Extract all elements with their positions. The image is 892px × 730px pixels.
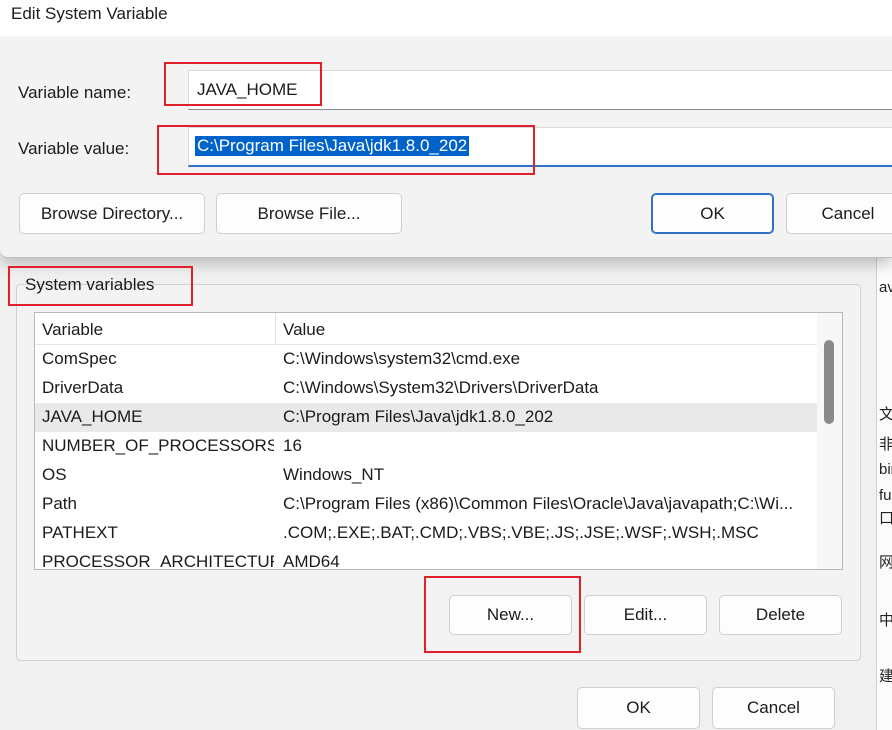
strip-text: 口， <box>879 507 892 528</box>
row-variable: PROCESSOR_ARCHITECTURE <box>42 552 274 570</box>
dialog-ok-button[interactable]: OK <box>651 193 774 234</box>
row-value: C:\Windows\system32\cmd.exe <box>283 349 521 368</box>
strip-text: av <box>879 279 892 296</box>
row-variable: ComSpec <box>42 349 117 368</box>
strip-text: 网 <box>879 551 892 572</box>
table-row[interactable]: ComSpec C:\Windows\system32\cmd.exe <box>35 345 817 374</box>
row-variable: JAVA_HOME <box>42 407 143 426</box>
table-row[interactable]: NUMBER_OF_PROCESSORS 16 <box>35 432 817 461</box>
list-header: Variable Value <box>35 313 817 345</box>
column-divider[interactable] <box>275 313 276 344</box>
row-variable: PATHEXT <box>42 523 118 542</box>
row-variable: OS <box>42 465 67 484</box>
column-header-value[interactable]: Value <box>283 320 325 340</box>
dialog-title: Edit System Variable <box>11 4 168 23</box>
system-variables-list[interactable]: Variable Value ComSpec C:\Windows\system… <box>34 312 843 570</box>
strip-text: fu <box>879 487 892 504</box>
row-value: .COM;.EXE;.BAT;.CMD;.VBS;.VBE;.JS;.JSE;.… <box>283 523 759 542</box>
row-value: AMD64 <box>283 552 340 570</box>
dialog-cancel-button[interactable]: Cancel <box>786 193 892 234</box>
row-value: 16 <box>283 436 302 455</box>
strip-text: 建 <box>879 665 892 686</box>
background-app-strip: av 文档 非 bin fu 口， 网 中 建 <box>876 255 892 730</box>
edit-system-variable-dialog: Edit System Variable Variable name: JAVA… <box>0 0 892 258</box>
column-header-variable[interactable]: Variable <box>42 320 103 340</box>
system-variables-label: System variables <box>25 275 155 294</box>
table-row[interactable]: PROCESSOR_ARCHITECTURE AMD64 <box>35 548 817 570</box>
table-row-selected[interactable]: JAVA_HOME C:\Program Files\Java\jdk1.8.0… <box>35 403 817 432</box>
row-variable: NUMBER_OF_PROCESSORS <box>42 436 274 455</box>
row-value: C:\Program Files\Java\jdk1.8.0_202 <box>283 407 554 426</box>
variable-name-field[interactable]: JAVA_HOME <box>188 70 892 110</box>
env-ok-button[interactable]: OK <box>577 687 700 729</box>
row-value: C:\Program Files (x86)\Common Files\Orac… <box>283 494 794 513</box>
env-cancel-button[interactable]: Cancel <box>712 687 835 729</box>
new-variable-button[interactable]: New... <box>449 595 572 635</box>
variable-value-selected-text: C:\Program Files\Java\jdk1.8.0_202 <box>195 136 470 156</box>
table-row[interactable]: DriverData C:\Windows\System32\Drivers\D… <box>35 374 817 403</box>
variable-value-label: Variable value: <box>18 139 130 158</box>
strip-text: bin <box>879 461 892 478</box>
delete-variable-button[interactable]: Delete <box>719 595 842 635</box>
table-row[interactable]: OS Windows_NT <box>35 461 817 490</box>
strip-text: 文档 <box>879 403 892 424</box>
row-variable: DriverData <box>42 378 124 397</box>
list-scrollbar-thumb[interactable] <box>824 340 834 424</box>
variable-name-label: Variable name: <box>18 83 132 102</box>
variable-value-field[interactable]: C:\Program Files\Java\jdk1.8.0_202 <box>188 127 892 167</box>
browse-directory-button[interactable]: Browse Directory... <box>19 193 205 234</box>
variable-name-value: JAVA_HOME <box>197 80 298 99</box>
strip-text: 中 <box>879 609 892 630</box>
row-value: C:\Windows\System32\Drivers\DriverData <box>283 378 599 397</box>
row-variable: Path <box>42 494 77 513</box>
browse-file-button[interactable]: Browse File... <box>216 193 402 234</box>
table-row[interactable]: Path C:\Program Files (x86)\Common Files… <box>35 490 817 519</box>
edit-variable-button[interactable]: Edit... <box>584 595 707 635</box>
table-row[interactable]: PATHEXT .COM;.EXE;.BAT;.CMD;.VBS;.VBE;.J… <box>35 519 817 548</box>
strip-text: 非 <box>879 433 892 454</box>
row-value: Windows_NT <box>283 465 385 484</box>
